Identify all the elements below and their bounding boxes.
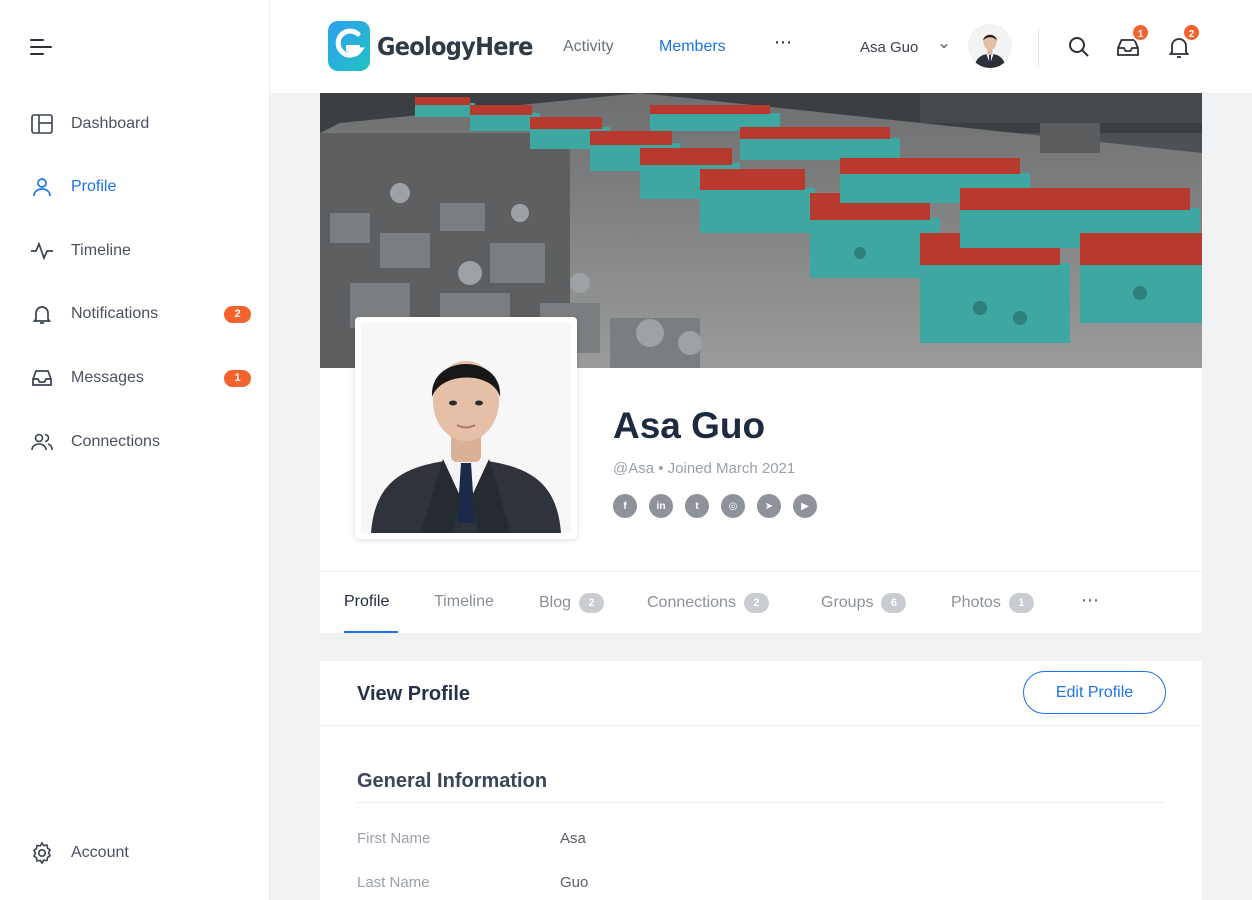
- telegram-icon[interactable]: ➤: [757, 494, 781, 518]
- edit-profile-button[interactable]: Edit Profile: [1023, 671, 1166, 714]
- sidebar-item-messages[interactable]: Messages 1: [28, 360, 254, 396]
- tab-photos[interactable]: Photos 1: [951, 593, 1034, 613]
- sidebar-item-notifications[interactable]: Notifications 2: [28, 296, 254, 332]
- avatar[interactable]: [968, 24, 1012, 68]
- nav-members[interactable]: Members: [659, 38, 726, 56]
- sidebar-item-account[interactable]: Account: [28, 835, 254, 871]
- tab-groups[interactable]: Groups 6: [821, 593, 907, 613]
- linkedin-icon[interactable]: in: [649, 494, 673, 518]
- bell-icon: [28, 300, 56, 328]
- tab-label: Groups: [821, 594, 874, 611]
- field-label-last-name: Last Name: [357, 874, 430, 891]
- sidebar-item-label: Dashboard: [71, 115, 150, 132]
- notifications-count-badge: 2: [1182, 23, 1201, 42]
- brand-logo[interactable]: GeologyHere: [327, 20, 550, 72]
- tab-timeline[interactable]: Timeline: [434, 593, 494, 611]
- sidebar-item-label: Timeline: [71, 242, 131, 259]
- messages-badge: 1: [224, 370, 251, 387]
- instagram-icon[interactable]: ◎: [721, 494, 745, 518]
- sidebar: Dashboard Profile Timeline Notifications…: [0, 0, 270, 900]
- dashboard-icon: [28, 110, 56, 138]
- sidebar-item-profile[interactable]: Profile: [28, 169, 254, 205]
- tab-connections[interactable]: Connections 2: [647, 593, 769, 613]
- users-icon: [28, 428, 56, 456]
- sidebar-item-label: Account: [71, 844, 129, 861]
- inbox-icon: [28, 364, 56, 392]
- sidebar-item-connections[interactable]: Connections: [28, 424, 254, 460]
- section-title: General Information: [357, 770, 548, 792]
- tab-count-badge: 1: [1008, 593, 1034, 613]
- top-header: GeologyHere Activity Members ⋯ Asa Guo 1…: [270, 0, 1252, 93]
- header-divider: [1038, 28, 1039, 66]
- nav-activity[interactable]: Activity: [563, 38, 614, 56]
- tab-profile[interactable]: Profile: [344, 593, 389, 611]
- tab-blog[interactable]: Blog 2: [539, 593, 605, 613]
- sidebar-item-label: Messages: [71, 369, 144, 386]
- panel-title: View Profile: [357, 683, 471, 705]
- notifications-badge: 2: [224, 306, 251, 323]
- tab-label: Blog: [539, 594, 572, 611]
- social-links: f in t ◎ ➤ ▶: [613, 494, 817, 518]
- brand-name: GeologyHere: [377, 31, 533, 61]
- sidebar-item-dashboard[interactable]: Dashboard: [28, 106, 254, 142]
- gear-icon: [28, 839, 56, 867]
- youtube-icon[interactable]: ▶: [793, 494, 817, 518]
- search-icon[interactable]: [1066, 34, 1092, 60]
- profile-header-card: Asa Guo @Asa • Joined March 2021 f in t …: [320, 93, 1202, 633]
- section-divider: [357, 802, 1165, 803]
- field-value-first-name: Asa: [560, 830, 586, 847]
- messages-icon[interactable]: 1: [1115, 23, 1150, 60]
- active-tab-indicator: [344, 631, 398, 633]
- tabs-more-button[interactable]: ⋯: [1081, 590, 1099, 611]
- tab-label: Photos: [951, 594, 1001, 611]
- field-value-last-name: Guo: [560, 874, 589, 891]
- tab-label: Profile: [344, 593, 390, 610]
- sidebar-item-label: Profile: [71, 178, 117, 195]
- field-label-first-name: First Name: [357, 830, 431, 847]
- sidebar-item-timeline[interactable]: Timeline: [28, 233, 254, 269]
- facebook-icon[interactable]: f: [613, 494, 637, 518]
- user-icon: [28, 173, 56, 201]
- menu-toggle-icon[interactable]: [30, 38, 54, 58]
- sidebar-item-label: Notifications: [71, 305, 159, 322]
- profile-photo[interactable]: [355, 317, 577, 539]
- logo-mark-icon: [328, 21, 370, 71]
- panel-divider: [320, 725, 1202, 726]
- nav-more-button[interactable]: ⋯: [774, 32, 793, 53]
- sidebar-item-label: Connections: [71, 433, 160, 450]
- user-menu-name[interactable]: Asa Guo: [860, 39, 918, 56]
- profile-meta: @Asa • Joined March 2021: [613, 460, 796, 477]
- tabs-divider: [320, 571, 1202, 572]
- messages-count-badge: 1: [1131, 23, 1150, 42]
- tab-count-badge: 2: [743, 593, 769, 613]
- tab-count-badge: 2: [579, 593, 605, 613]
- view-profile-panel: View Profile Edit Profile General Inform…: [320, 661, 1202, 900]
- chevron-down-icon[interactable]: [938, 40, 950, 52]
- bell-icon[interactable]: 2: [1166, 23, 1201, 60]
- tab-count-badge: 6: [881, 593, 907, 613]
- profile-portrait-image: [361, 323, 571, 533]
- activity-icon: [28, 237, 56, 265]
- twitter-icon[interactable]: t: [685, 494, 709, 518]
- tab-label: Timeline: [434, 593, 494, 610]
- tab-label: Connections: [647, 594, 736, 611]
- profile-name: Asa Guo: [613, 405, 766, 446]
